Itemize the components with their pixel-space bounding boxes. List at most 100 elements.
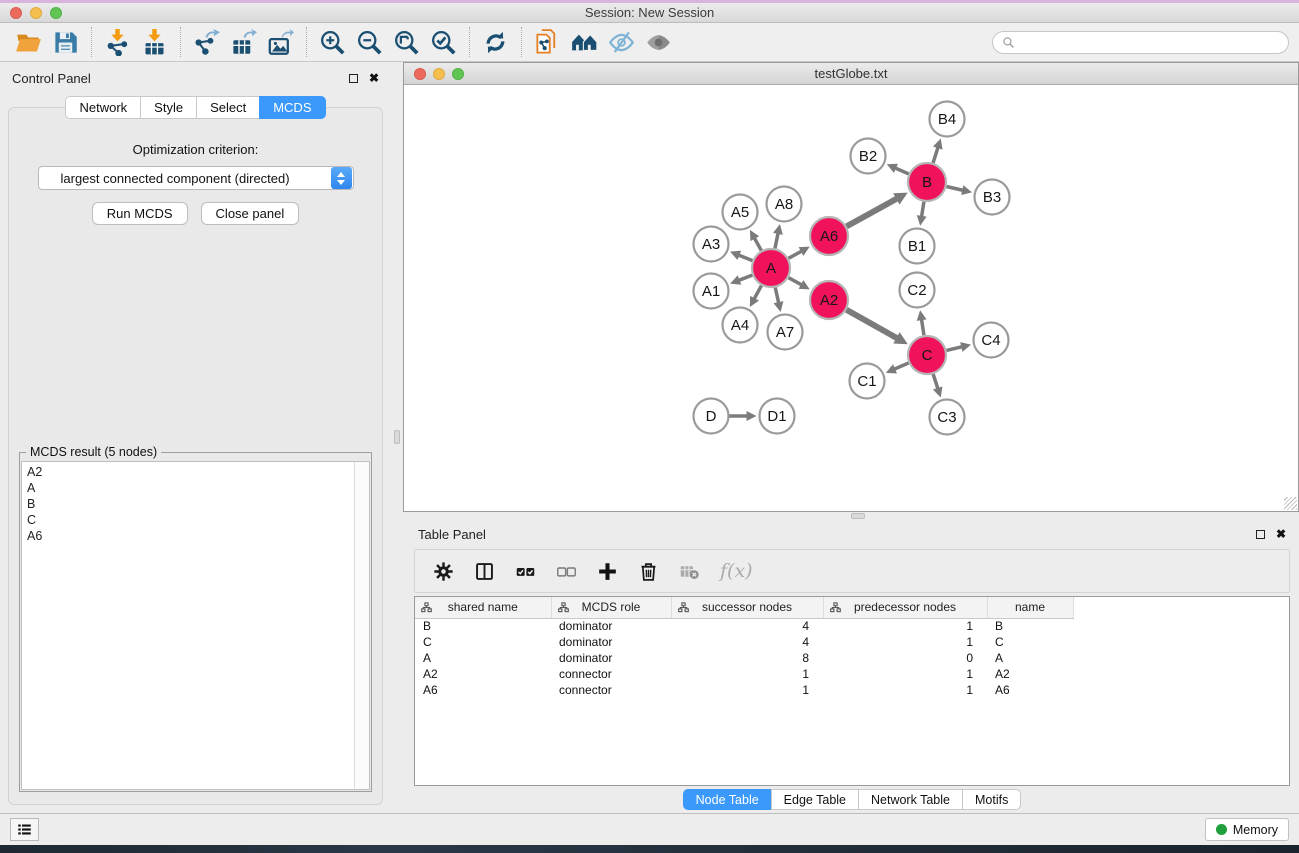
graph-node-B[interactable]: B [908, 163, 946, 201]
table-row[interactable]: Bdominator41B [415, 618, 1073, 634]
edge-C-C1[interactable] [886, 363, 909, 374]
zoom-in-button[interactable] [314, 26, 351, 58]
function-builder-button[interactable]: f(x) [720, 560, 753, 582]
edge-A-A8[interactable] [773, 224, 783, 248]
graph-node-D1[interactable]: D1 [760, 399, 795, 434]
splitter-handle[interactable] [394, 430, 400, 444]
tab-node-table[interactable]: Node Table [683, 789, 771, 810]
table-row[interactable]: Cdominator41C [415, 634, 1073, 650]
column-header[interactable]: shared name [415, 597, 551, 618]
column-header[interactable]: predecessor nodes [823, 597, 987, 618]
close-panel-button[interactable]: Close panel [201, 202, 300, 225]
edge-C-C2[interactable] [917, 310, 927, 335]
graph-node-A3[interactable]: A3 [694, 227, 729, 262]
network-minimize-button[interactable] [433, 68, 445, 80]
table-row[interactable]: A2connector11A2 [415, 666, 1073, 682]
delete-column-button[interactable] [638, 561, 659, 582]
graph-node-C1[interactable]: C1 [850, 364, 885, 399]
tab-network-table[interactable]: Network Table [858, 789, 962, 810]
graph-node-C4[interactable]: C4 [974, 323, 1009, 358]
search-input[interactable] [1021, 35, 1279, 49]
graph-node-C3[interactable]: C3 [930, 400, 965, 435]
edge-A2-C[interactable] [846, 310, 907, 344]
tab-edge-table[interactable]: Edge Table [771, 789, 858, 810]
graph-node-A[interactable]: A [752, 249, 790, 287]
network-zoom-button[interactable] [452, 68, 464, 80]
table-row[interactable]: A6connector11A6 [415, 682, 1073, 698]
close-panel-icon[interactable]: ✖ [369, 72, 379, 84]
tab-select[interactable]: Select [196, 96, 259, 119]
refresh-layout-button[interactable] [477, 26, 514, 58]
edge-A-A5[interactable] [750, 230, 761, 251]
graph-node-C2[interactable]: C2 [900, 273, 935, 308]
export-image-button[interactable] [262, 26, 299, 58]
edge-A-A7[interactable] [774, 288, 784, 312]
close-panel-icon[interactable]: ✖ [1276, 528, 1286, 540]
run-mcds-button[interactable]: Run MCDS [92, 202, 188, 225]
horizontal-splitter[interactable] [403, 512, 1299, 520]
graph-node-B4[interactable]: B4 [930, 102, 965, 137]
graph-node-B3[interactable]: B3 [975, 180, 1010, 215]
list-item[interactable]: B [27, 496, 349, 512]
list-item[interactable]: A6 [27, 528, 349, 544]
tab-network[interactable]: Network [65, 96, 140, 119]
list-item[interactable]: A2 [27, 464, 349, 480]
float-panel-icon[interactable] [1256, 530, 1265, 539]
show-columns-button[interactable] [474, 561, 495, 582]
edge-B-B1[interactable] [917, 202, 927, 226]
close-window-button[interactable] [10, 7, 22, 19]
graph-node-A6[interactable]: A6 [810, 217, 848, 255]
edge-A-A3[interactable] [730, 251, 752, 261]
column-header[interactable]: successor nodes [671, 597, 823, 618]
export-network-button[interactable] [188, 26, 225, 58]
network-canvas[interactable]: B4B2BB3A8A5A6A3B1AA1C2A2A4A7C4CC1DD1C3 [404, 85, 1298, 511]
edge-A-A2[interactable] [789, 278, 810, 290]
list-item[interactable]: C [27, 512, 349, 528]
import-table-button[interactable] [136, 26, 173, 58]
minimize-window-button[interactable] [30, 7, 42, 19]
result-list-scrollbar[interactable] [354, 462, 369, 789]
edge-A6-B[interactable] [847, 193, 908, 227]
save-session-button[interactable] [47, 26, 84, 58]
network-close-button[interactable] [414, 68, 426, 80]
edge-B-B3[interactable] [946, 185, 972, 195]
list-item[interactable]: A [27, 480, 349, 496]
open-session-button[interactable] [10, 26, 47, 58]
edge-D-D1[interactable] [730, 411, 757, 421]
table-settings-button[interactable] [433, 561, 454, 582]
edge-A-A6[interactable] [789, 247, 810, 259]
memory-button[interactable]: Memory [1205, 818, 1289, 841]
tab-mcds[interactable]: MCDS [259, 96, 325, 119]
graph-node-A8[interactable]: A8 [767, 187, 802, 222]
graph-node-A5[interactable]: A5 [723, 195, 758, 230]
tab-style[interactable]: Style [140, 96, 196, 119]
delete-table-button[interactable] [679, 561, 700, 582]
float-panel-icon[interactable] [349, 74, 358, 83]
export-table-button[interactable] [225, 26, 262, 58]
edge-A-A4[interactable] [750, 286, 762, 307]
graph-node-B1[interactable]: B1 [900, 229, 935, 264]
search-field[interactable] [992, 31, 1289, 54]
first-neighbors-button[interactable] [566, 26, 603, 58]
edge-C-C4[interactable] [946, 342, 971, 352]
edge-A-A1[interactable] [730, 275, 752, 285]
hide-graphics-details-button[interactable] [603, 26, 640, 58]
graph-node-A2[interactable]: A2 [810, 281, 848, 319]
graph-node-C[interactable]: C [908, 336, 946, 374]
select-all-columns-button[interactable] [515, 561, 536, 582]
tab-motifs[interactable]: Motifs [962, 789, 1021, 810]
edge-B-B2[interactable] [887, 164, 909, 174]
criterion-dropdown[interactable]: largest connected component (directed) [38, 166, 354, 190]
show-graphics-details-button[interactable] [640, 26, 677, 58]
edge-B-B4[interactable] [933, 139, 943, 163]
zoom-fit-button[interactable] [388, 26, 425, 58]
add-column-button[interactable] [597, 561, 618, 582]
graph-node-A1[interactable]: A1 [694, 274, 729, 309]
graph-node-D[interactable]: D [694, 399, 729, 434]
import-network-button[interactable] [99, 26, 136, 58]
edge-C-C3[interactable] [933, 374, 943, 397]
graph-node-B2[interactable]: B2 [851, 139, 886, 174]
vertical-splitter[interactable] [391, 62, 403, 813]
unselect-all-columns-button[interactable] [556, 561, 577, 582]
column-header[interactable]: MCDS role [551, 597, 671, 618]
